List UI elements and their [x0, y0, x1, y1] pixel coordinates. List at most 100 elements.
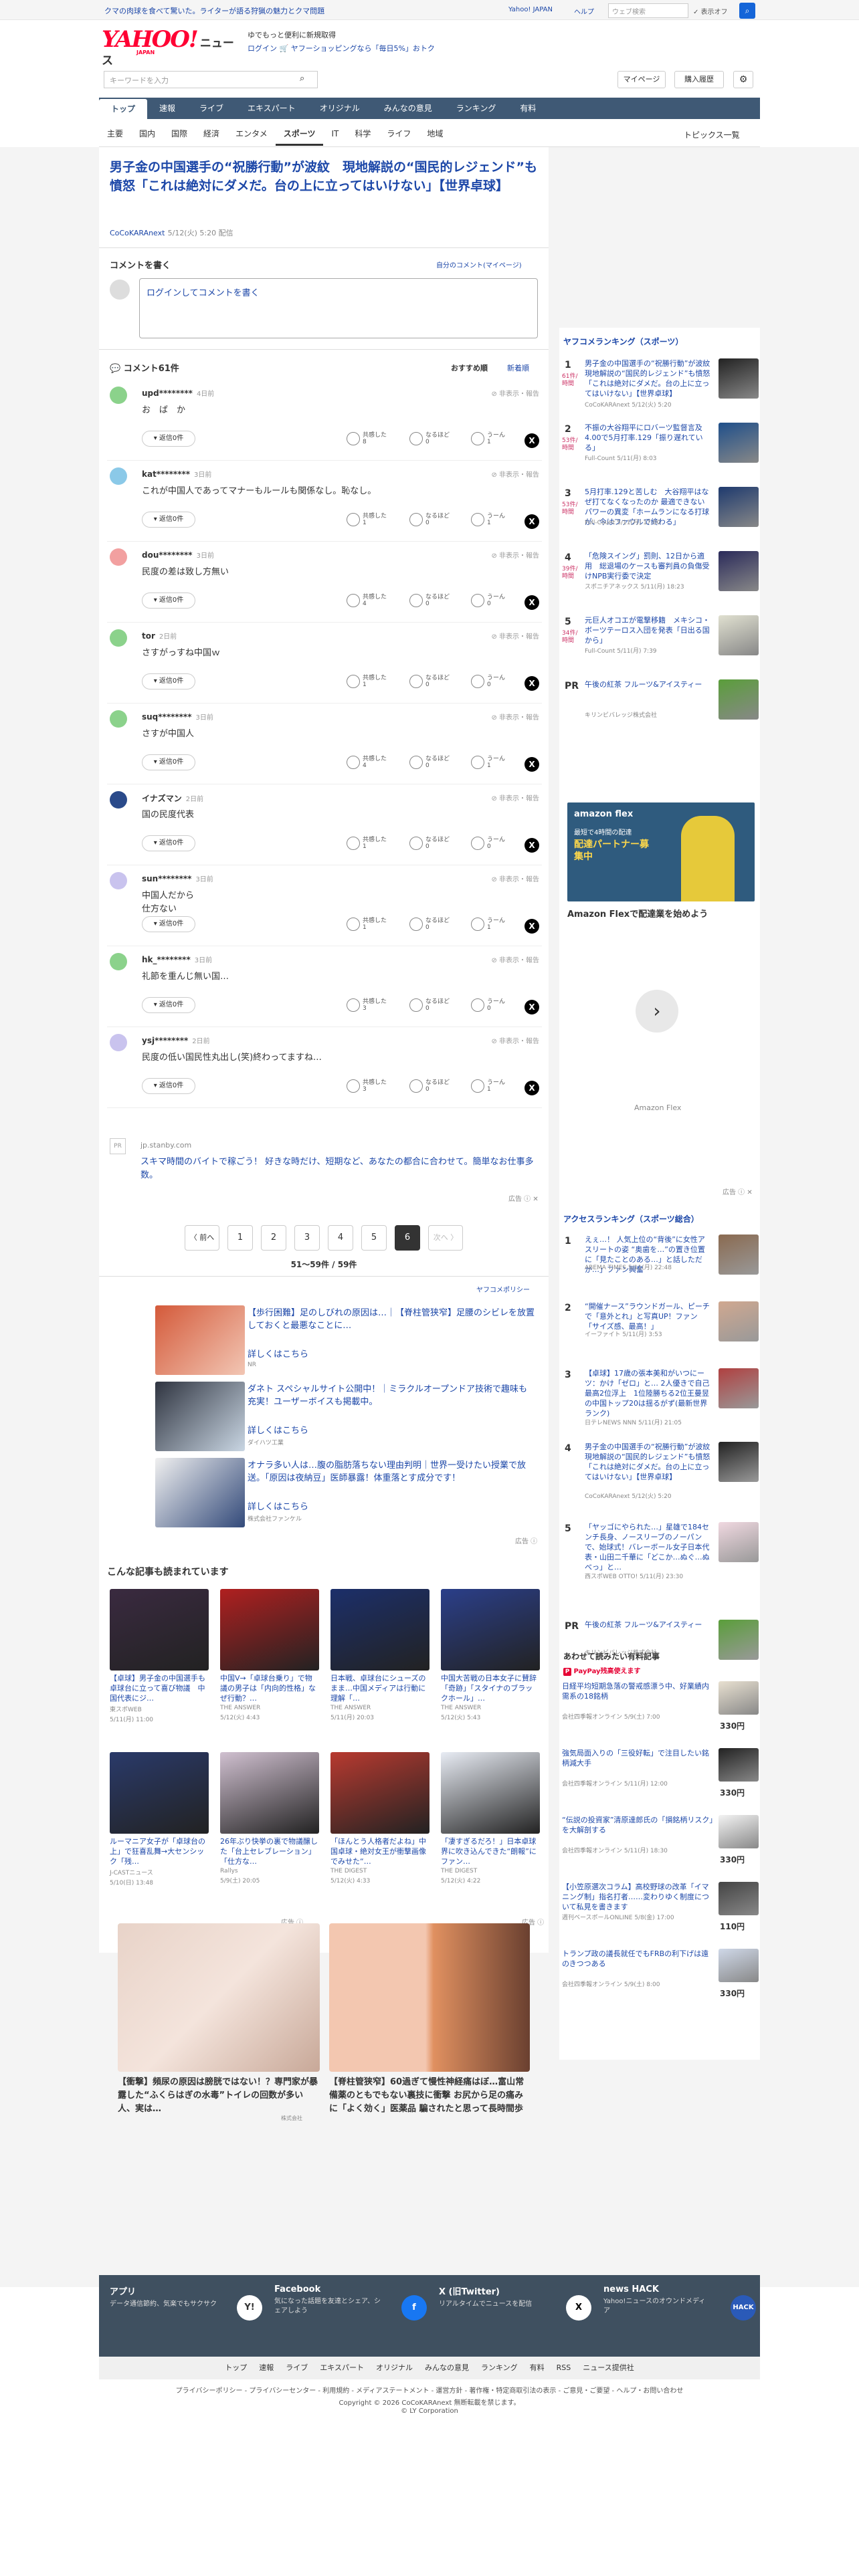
pager-page[interactable]: 2	[261, 1225, 286, 1251]
related-article[interactable]: 26年ぶり快挙の裏で物議醸した「台上セレブレーション」「仕方な… Rallys 5/…	[220, 1752, 319, 1885]
ranking-thumbnail[interactable]	[719, 358, 759, 399]
reply-button[interactable]: ▾ 返信0件	[142, 1078, 195, 1094]
access-title[interactable]: “開催ナース”ラウンドガール、ピーチで「意外とれ」と写真UP！ファン「サイズ感、…	[585, 1301, 710, 1331]
x-share-icon[interactable]: X	[524, 838, 539, 853]
access-item[interactable]: 3 【卓球】17歳の張本美和がいつにーツ：かけ「ゼロ」と… 2人優きで自己最高2位…	[559, 1367, 760, 1428]
paid-item[interactable]: 強気局面入りの「三役好転」で注目したい銘柄減大手 会社四季報オンライン 5/11(…	[559, 1747, 760, 1808]
comment-user[interactable]: ysj******** 2日前	[142, 1035, 210, 1045]
ad-thumbnail[interactable]	[155, 1305, 245, 1375]
footer-nav-item[interactable]: RSS	[557, 2363, 571, 2372]
related-title[interactable]: 中国V→「卓球台乗り」で物議の男子は「内向的性格」なぜ行動？…	[220, 1673, 319, 1703]
related-thumbnail[interactable]	[110, 1752, 209, 1834]
ad-thumbnail[interactable]	[155, 1382, 245, 1451]
sort-recommended-tab[interactable]: おすすめ順	[451, 362, 488, 373]
article-source[interactable]: CoCoKARAnext	[110, 229, 165, 237]
gear-icon[interactable]: ⚙	[733, 71, 753, 88]
access-thumbnail[interactable]	[719, 1301, 759, 1341]
access-thumbnail[interactable]	[719, 1442, 759, 1482]
footer-item[interactable]: news HACK Yahoo!ニュースのオウンドメディア HACK	[603, 2284, 756, 2349]
related-thumbnail[interactable]	[220, 1589, 319, 1671]
ranking-item[interactable]: PR 午後の紅茶 フルーツ&アイスティー キリンビバレッジ株式会社	[559, 678, 760, 740]
footer-nav-item[interactable]: エキスパート	[320, 2363, 364, 2372]
comment-user-name[interactable]: ysj********	[142, 1036, 188, 1045]
gnav-item[interactable]: ライブ	[187, 98, 235, 119]
ad-more-link[interactable]: 詳しくはこちら	[248, 1499, 308, 1512]
x-share-icon[interactable]: X	[524, 514, 539, 529]
ranking-title[interactable]: 「危険スイング」罰則、12日から適用 総退場のケースも審判員の負傷受けNPB実行…	[585, 551, 710, 581]
related-thumbnail[interactable]	[330, 1589, 430, 1671]
reply-button[interactable]: ▾ 返信0件	[142, 431, 195, 447]
snav-item[interactable]: 主要	[99, 122, 131, 146]
related-article[interactable]: 中国V→「卓球台乗り」で物議の男子は「内向的性格」なぜ行動？… THE ANSWE…	[220, 1589, 319, 1721]
pager-page[interactable]: 4	[328, 1225, 353, 1251]
related-title[interactable]: 「凄すぎるだろ！」日本卓球界に吹き込んできた“朗報”にファン…	[441, 1836, 540, 1866]
ad-thumbnail[interactable]	[155, 1458, 245, 1527]
agree-button[interactable]: 共感した 1	[347, 675, 387, 691]
access-title[interactable]: 男子金の中国選手の“祝勝行動”が波紋 現地解説の“国民的レジェンド”も憤怒「これ…	[585, 1442, 717, 1482]
ad-title[interactable]: ダネト スペシャルサイト公開中！｜ミラクルオープンドア技術で趣味も充実！ユーザー…	[248, 1383, 535, 1408]
footer-item[interactable]: Facebook 気になった話題を友達とシェア、シェアしよう f	[274, 2284, 427, 2349]
related-title[interactable]: ルーマニア女子が「卓球台の上」で狂喜乱舞→大センシック「残…	[110, 1836, 209, 1866]
comment-user-name[interactable]: tor	[142, 631, 155, 641]
un-button[interactable]: うーん 1	[471, 756, 505, 772]
ranking-title[interactable]: 男子金の中国選手の“祝勝行動”が波紋 現地解説の“国民的レジェンド”も憤怒「これ…	[585, 358, 717, 399]
yahoo-news-logo[interactable]: YAHOO! ニュース JAPAN	[102, 28, 235, 68]
x-share-icon[interactable]: X	[524, 676, 539, 691]
avatar[interactable]	[110, 629, 127, 647]
ad-image-back[interactable]	[329, 1923, 530, 2072]
report-link[interactable]: ⊘ 非表示・報告	[491, 712, 539, 722]
footer-item[interactable]: アプリ データ通信節約、気楽でもサクサク Y!	[110, 2284, 262, 2349]
x-share-icon[interactable]: X	[524, 919, 539, 934]
keyword-search-input[interactable]: キーワードを入力	[104, 71, 318, 88]
naruhodo-button[interactable]: なるほど 0	[409, 513, 450, 529]
snav-item[interactable]: IT	[323, 122, 347, 146]
access-thumbnail[interactable]	[719, 1368, 759, 1408]
comment-user-name[interactable]: dou********	[142, 550, 193, 560]
ad-image-feet[interactable]	[118, 1923, 320, 2072]
avatar[interactable]	[110, 953, 127, 970]
comment-user[interactable]: hk_******** 3日前	[142, 954, 212, 964]
paid-item[interactable]: 日経平均短期急落の警戒感漂う中、好業績内需系の18銘柄 会社四季報オンライン 5/…	[559, 1680, 760, 1741]
access-item[interactable]: 5 「ヤッゴにやられた…」星雄で184センチ長身、ノースリーブのノーパンで、始球式…	[559, 1521, 760, 1582]
report-link[interactable]: ⊘ 非表示・報告	[491, 954, 539, 964]
ranking-thumbnail[interactable]	[719, 423, 759, 463]
x-share-icon[interactable]: X	[524, 595, 539, 610]
purchase-history-button[interactable]: 購入履歴	[674, 71, 724, 88]
pager-page[interactable]: 6	[395, 1225, 420, 1251]
yahoo-policy-link[interactable]: ヤフコメポリシー	[476, 1284, 530, 1294]
agree-button[interactable]: 共感した 1	[347, 837, 387, 853]
ranking-heading[interactable]: ヤフコメランキング（スポーツ）	[563, 336, 683, 347]
access-title[interactable]: 午後の紅茶 フルーツ&アイスティー	[585, 1620, 710, 1630]
report-link[interactable]: ⊘ 非表示・報告	[491, 388, 539, 398]
comment-user[interactable]: イナズマン 2日前	[142, 792, 203, 804]
comment-user-name[interactable]: suq********	[142, 712, 191, 722]
snav-item[interactable]: 科学	[347, 122, 379, 146]
access-item[interactable]: PR 午後の紅茶 フルーツ&アイスティー キリンビバレッジ株式会社	[559, 1618, 760, 1680]
gnav-item[interactable]: トップ	[99, 99, 148, 119]
un-button[interactable]: うーん 0	[471, 837, 505, 853]
access-item[interactable]: 1 えぇ…！ 人気上位の“背後”に女性アスリートの姿 “奥歯を…”の置き位置に「見…	[559, 1233, 760, 1295]
naruhodo-button[interactable]: なるほど 0	[409, 594, 450, 610]
avatar[interactable]	[110, 548, 127, 566]
ranking-thumbnail[interactable]	[719, 551, 759, 591]
header-tagline-2[interactable]: ログイン 🛒 ヤフーショッピングなら「毎日5%」おトク	[248, 43, 435, 53]
ranking-item[interactable]: 5 34件/時間 元巨人オコエが電撃移籍 メキシコ・ボーツテーロス入団を発表「日出る…	[559, 614, 760, 675]
x-share-icon[interactable]: X	[524, 757, 539, 772]
paid-item[interactable]: 【小笠原選次コラム】高校野球の改革「イマニング制」指名打者……変わりゆく制度につ…	[559, 1881, 760, 1942]
big-ad-2-title[interactable]: 【脊柱管狭窄】60過ぎて慢性神経痛はぼ…富山常備薬のともでもない裏技に衝撃 お尻…	[329, 2076, 530, 2116]
paid-title[interactable]: “伝説の投資家”清原達郎氏の「損銘柄リスク」を大解剖する	[562, 1815, 716, 1835]
un-button[interactable]: うーん 1	[471, 513, 505, 529]
comment-user[interactable]: kat******** 3日前	[142, 469, 211, 479]
paid-thumbnail[interactable]	[719, 1882, 759, 1915]
ranking-item[interactable]: 4 39件/時間 「危険スイング」罰則、12日から適用 総退場のケースも審判員の負傷…	[559, 550, 760, 611]
ranking-item[interactable]: 3 53件/時間 5月打率.129と苦しむ 大谷翔平はなぜ打てなくなったのか 最適で…	[559, 486, 760, 547]
search-icon[interactable]: ⌕	[300, 74, 304, 84]
related-thumbnail[interactable]	[220, 1752, 319, 1834]
footer-nav-item[interactable]: みんなの意見	[425, 2363, 469, 2372]
related-article[interactable]: 【卓球】男子金の中国選手も卓球台に立って喜び物議 中国代表にジ… 東スポWEB 5/…	[110, 1589, 209, 1723]
ranking-item[interactable]: 2 53件/時間 不振の大谷翔平にロバーツ監督言及 4.00で5月打率.129「振り…	[559, 421, 760, 483]
gnav-item[interactable]: 速報	[147, 98, 187, 119]
paid-item[interactable]: “伝説の投資家”清原達郎氏の「損銘柄リスク」を大解剖する 会社四季報オンライン 5…	[559, 1814, 760, 1875]
reply-button[interactable]: ▾ 返信0件	[142, 916, 195, 932]
access-ranking-heading[interactable]: アクセスランキング（スポーツ総合）	[563, 1213, 699, 1224]
